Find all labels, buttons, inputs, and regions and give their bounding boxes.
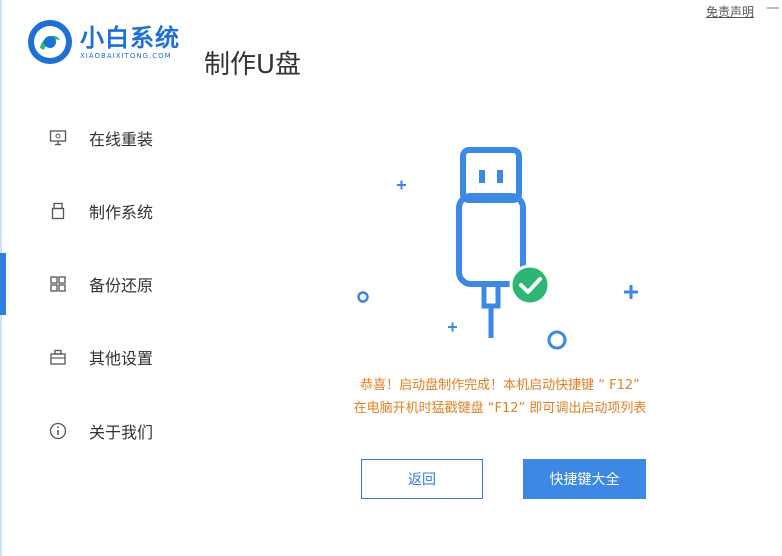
sidebar-item-other-settings[interactable]: 其他设置 <box>0 337 190 377</box>
page-title: 制作U盘 <box>204 50 302 80</box>
decoration-marks <box>357 180 638 350</box>
disclaimer-link[interactable]: 免责声明 <box>706 3 754 20</box>
sidebar-item-backup-restore[interactable]: 备份还原 <box>0 264 190 304</box>
sidebar-item-label: 在线重装 <box>89 130 154 149</box>
monitor-icon <box>48 128 68 148</box>
usb-drive-icon <box>48 201 68 221</box>
usb-success-illustration <box>357 147 638 350</box>
sidebar-item-label: 制作系统 <box>89 203 154 222</box>
sidebar-item-label: 备份还原 <box>89 276 154 295</box>
minimize-button[interactable]: — <box>766 0 780 16</box>
info-icon <box>48 421 68 441</box>
success-message-line2: 在电脑开机时猛戳键盘 “F12” 即可调出启动项列表 <box>353 401 647 416</box>
brand-name: 小白系统 <box>80 24 180 52</box>
back-button[interactable]: 返回 <box>361 459 483 499</box>
sidebar-item-label: 关于我们 <box>89 423 154 442</box>
success-message-line1: 恭喜！启动盘制作完成！本机启动快捷键 “ F12” <box>360 378 640 393</box>
toolbox-icon <box>48 347 68 367</box>
hotkeys-button[interactable]: 快捷键大全 <box>523 459 646 499</box>
usb-plug-icon <box>456 147 526 338</box>
logo-icon <box>28 20 72 64</box>
sidebar-item-label: 其他设置 <box>89 349 154 368</box>
sidebar-item-about-us[interactable]: 关于我们 <box>0 411 190 451</box>
success-check-icon <box>509 264 551 306</box>
grid-icon <box>48 274 68 294</box>
sidebar-item-make-system[interactable]: 制作系统 <box>0 191 190 231</box>
brand-subtitle: XIAOBAIXITONG.COM <box>80 52 172 60</box>
sidebar-item-online-reinstall[interactable]: 在线重装 <box>0 118 190 158</box>
